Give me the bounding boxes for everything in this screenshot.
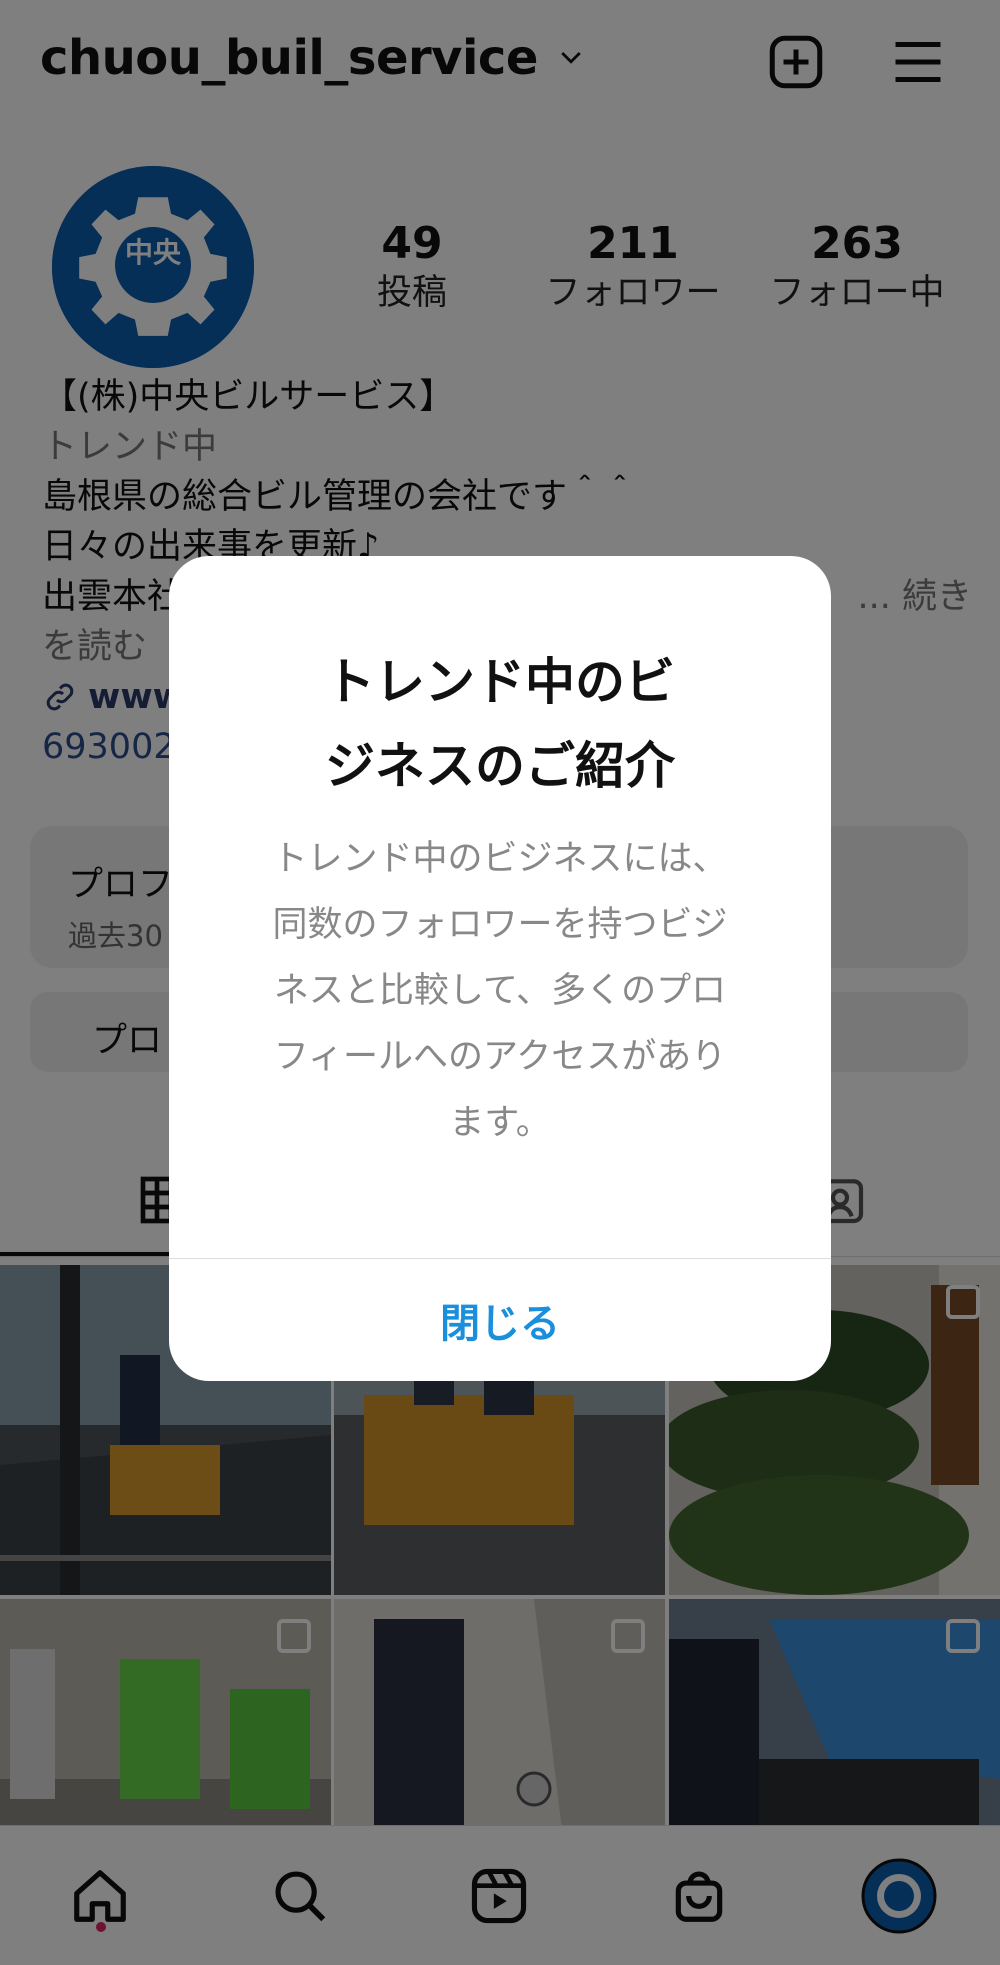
dialog-message-line: トレンド中のビジネスには、 [272, 839, 728, 879]
trending-business-dialog: トレンド中のビ ジネスのご紹介 トレンド中のビジネスには、 同数のフォロワーを持… [169, 556, 831, 1381]
close-button[interactable]: 閉じる [169, 1259, 831, 1381]
dialog-title-line-1: トレンド中のビ [325, 653, 675, 711]
dialog-message-line: 同数のフォロワーを持つビジ [272, 905, 728, 945]
dialog-message-line: ます。 [449, 1103, 551, 1143]
dialog-title-line-2: ジネスのご紹介 [325, 737, 675, 795]
dialog-title: トレンド中のビ ジネスのご紹介 [209, 640, 791, 808]
dialog-message: トレンド中のビジネスには、 同数のフォロワーを持つビジ ネスと比較して、多くのプ… [249, 826, 751, 1156]
dialog-message-line: フィールへのアクセスがあり [273, 1037, 727, 1077]
dialog-message-line: ネスと比較して、多くのプロ [273, 971, 727, 1011]
